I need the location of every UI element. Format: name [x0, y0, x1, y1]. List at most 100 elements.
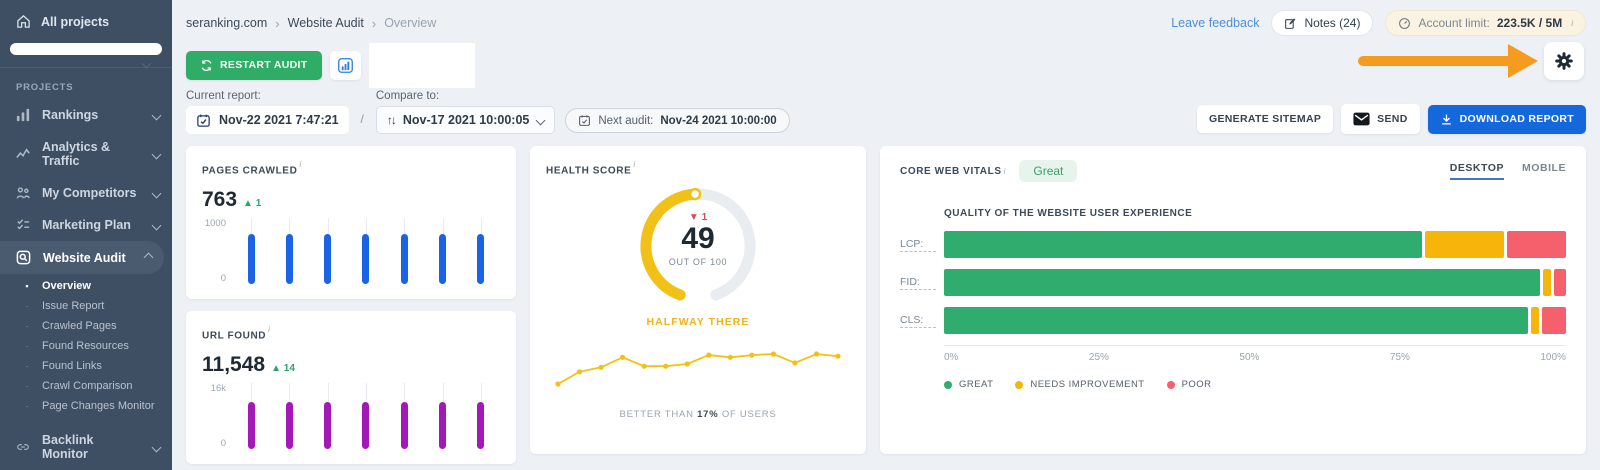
subnav-item-label: Overview — [42, 280, 91, 292]
bar — [248, 234, 255, 284]
bar — [324, 234, 331, 284]
bar — [401, 402, 408, 450]
breadcrumb-site[interactable]: seranking.com — [186, 16, 267, 30]
sidebar-item-label: Marketing Plan — [42, 218, 141, 232]
better-than-line: BETTER THAN 17% OF USERS — [620, 409, 777, 420]
health-score-out-of: OUT OF 100 — [628, 257, 768, 267]
chevron-down-icon — [152, 188, 162, 198]
info-mark: i — [1571, 19, 1573, 28]
delta-up-icon: ▲ — [243, 198, 253, 209]
subnav-item-crawled-pages[interactable]: ·Crawled Pages — [0, 316, 172, 336]
compare-date-select[interactable]: ↑↓ Nov-17 2021 10:00:05 — [376, 106, 555, 134]
bar-column — [399, 383, 409, 449]
status-badge: Great — [1019, 160, 1077, 182]
breadcrumb-section[interactable]: Website Audit — [288, 16, 364, 30]
segment-poor — [1554, 269, 1566, 296]
sidebar-item-backlink-monitor[interactable]: Backlink Monitor — [0, 424, 172, 470]
subnav-item-issue-report[interactable]: · Issue Report — [0, 296, 172, 316]
notes-button[interactable]: Notes (24) — [1271, 10, 1373, 36]
account-limit-badge: Account limit: 223.5K / 5M i — [1385, 10, 1586, 36]
segment-great — [944, 269, 1540, 296]
sidebar-item-label: Website Audit — [43, 251, 133, 265]
cwv-metric-label: FID: — [900, 276, 936, 290]
delta-up-icon: ▲ — [271, 363, 281, 374]
segment-poor — [1507, 231, 1566, 258]
sidebar-item-analytics-traffic[interactable]: Analytics & Traffic — [0, 131, 172, 177]
legend-dot-icon — [944, 381, 952, 389]
bullet-icon: · — [22, 301, 32, 311]
axis-tick: 25% — [1089, 352, 1109, 363]
segment-great — [944, 307, 1528, 334]
y-min-label: 0 — [221, 273, 226, 284]
subnav-item-page-changes-monitor[interactable]: ·Page Changes Monitor — [0, 396, 172, 416]
breadcrumb-separator-icon: › — [275, 16, 279, 31]
home-icon — [16, 14, 31, 29]
sidebar-item-my-competitors[interactable]: My Competitors — [0, 177, 172, 209]
sidebar-item-label: My Competitors — [42, 186, 141, 200]
bar-column — [438, 218, 448, 284]
bar — [477, 402, 484, 450]
bar — [439, 234, 446, 284]
send-label: SEND — [1377, 113, 1407, 125]
sidebar-item-label: Backlink Monitor — [42, 433, 141, 461]
axis-tick: 100% — [1540, 352, 1566, 363]
audit-history-chart-button[interactable] — [330, 51, 361, 80]
bar-column — [476, 218, 486, 284]
url-found-value: 11,548 — [202, 353, 265, 377]
bar-column — [399, 218, 409, 284]
bar — [324, 402, 331, 450]
sidebar-item-label: Rankings — [42, 108, 141, 122]
settings-button[interactable] — [1544, 42, 1584, 80]
next-audit-badge: Next audit: Nov-24 2021 10:00:00 — [565, 108, 789, 133]
cwv-row-fid: FID: — [900, 269, 1566, 296]
generate-sitemap-button[interactable]: GENERATE SITEMAP — [1197, 105, 1333, 133]
url-found-card: URL FOUNDi 11,548 ▲ 14 16k 0 — [186, 311, 516, 464]
core-web-vitals-card: CORE WEB VITALSi Great DESKTOP MOBILE QU… — [880, 146, 1586, 454]
all-projects-label: All projects — [41, 15, 109, 29]
bar — [286, 402, 293, 450]
current-report-date-picker[interactable]: Nov-22 2021 7:47:21 — [186, 106, 349, 134]
axis-tick: 75% — [1390, 352, 1410, 363]
segment-needs-improvement — [1531, 307, 1540, 334]
tab-mobile[interactable]: MOBILE — [1522, 162, 1566, 180]
better-than-value: 17% — [697, 409, 718, 420]
chevron-down-icon — [152, 220, 162, 230]
refresh-icon — [200, 59, 213, 72]
bar — [362, 234, 369, 284]
annotation-arrow — [1358, 44, 1538, 78]
cwv-bar-lcp — [944, 231, 1566, 258]
send-button[interactable]: SEND — [1341, 104, 1419, 134]
delta-up: ▲ 1 — [243, 198, 261, 209]
project-selector[interactable] — [10, 43, 162, 55]
subnav-item-label: Issue Report — [42, 300, 104, 312]
health-score-value: 49 — [628, 223, 768, 255]
bar — [401, 234, 408, 284]
subnav-item-overview[interactable]: ▪ Overview — [0, 276, 172, 296]
bullet-icon: ▪ — [22, 281, 32, 291]
pages-crawled-chart — [232, 218, 500, 284]
device-tabs: DESKTOP MOBILE — [1450, 162, 1566, 180]
all-projects-link[interactable]: All projects — [0, 0, 172, 39]
rankings-icon — [16, 108, 30, 122]
restart-audit-button[interactable]: RESTART AUDIT — [186, 51, 322, 80]
sort-arrows-icon: ↑↓ — [387, 113, 395, 127]
tab-desktop[interactable]: DESKTOP — [1450, 162, 1504, 180]
health-score-title: HEALTH SCORE — [546, 165, 631, 176]
subnav-item-crawl-comparison[interactable]: ·Crawl Comparison — [0, 376, 172, 396]
bar-column — [476, 383, 486, 449]
download-icon — [1440, 113, 1453, 126]
bar-column — [438, 383, 448, 449]
cwv-bar-fid — [944, 269, 1566, 296]
subnav-item-found-links[interactable]: ·Found Links — [0, 356, 172, 376]
download-report-button[interactable]: DOWNLOAD REPORT — [1428, 105, 1586, 134]
health-score-trend-chart — [550, 342, 846, 399]
subnav-item-found-resources[interactable]: ·Found Resources — [0, 336, 172, 356]
sidebar-item-rankings[interactable]: Rankings — [0, 99, 172, 131]
subnav-item-label: Page Changes Monitor — [42, 400, 155, 412]
y-max-label: 1000 — [205, 218, 226, 229]
notes-pencil-icon — [1284, 17, 1297, 30]
sidebar-item-marketing-plan[interactable]: Marketing Plan — [0, 209, 172, 241]
breadcrumb-current: Overview — [384, 16, 436, 30]
leave-feedback-link[interactable]: Leave feedback — [1171, 16, 1259, 30]
sidebar-item-website-audit[interactable]: Website Audit — [0, 241, 164, 274]
